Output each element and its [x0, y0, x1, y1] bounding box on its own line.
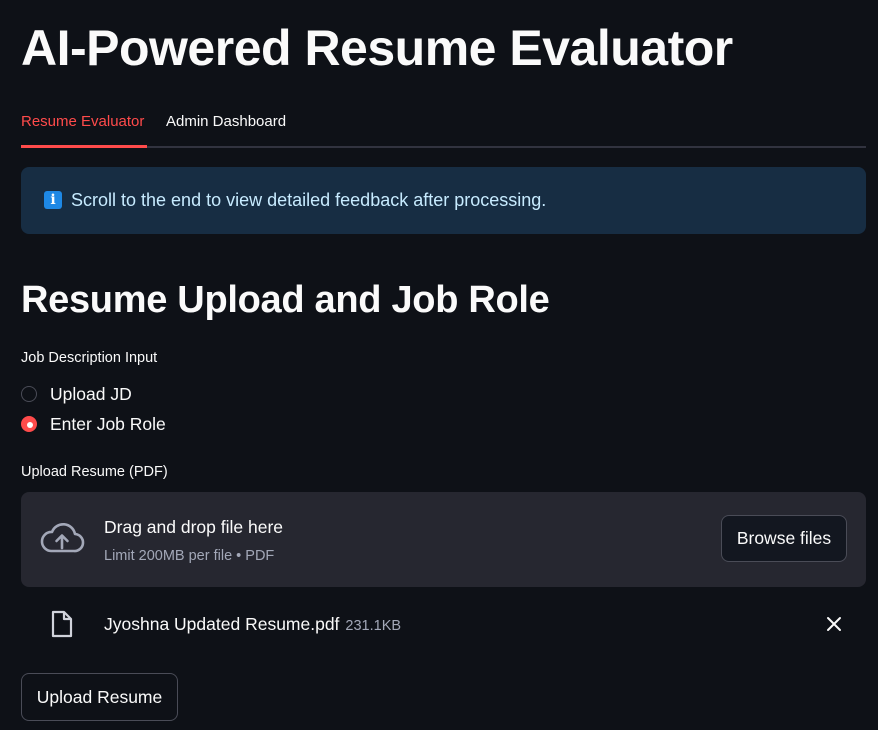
info-alert: i Scroll to the end to view detailed fee… — [21, 167, 866, 234]
radio-label: Upload JD — [50, 384, 132, 404]
jd-input-label: Job Description Input — [21, 350, 158, 366]
radio-upload-jd[interactable]: Upload JD — [21, 383, 132, 405]
app-page: AI-Powered Resume Evaluator Resume Evalu… — [0, 0, 878, 730]
active-tab-indicator — [21, 145, 147, 148]
dropzone-title: Drag and drop file here — [104, 517, 283, 537]
file-icon — [51, 610, 73, 638]
tab-admin-dashboard[interactable]: Admin Dashboard — [166, 112, 286, 132]
cloud-upload-icon — [40, 522, 85, 553]
info-icon: i — [44, 191, 62, 209]
file-name-text: Jyoshna Updated Resume.pdf — [104, 614, 340, 634]
upload-resume-button[interactable]: Upload Resume — [21, 673, 178, 721]
resume-upload-label: Upload Resume (PDF) — [21, 464, 168, 480]
close-icon[interactable] — [825, 615, 843, 633]
section-title: Resume Upload and Job Role — [21, 279, 550, 321]
file-name: Jyoshna Updated Resume.pdf 231.1KB — [104, 613, 401, 637]
file-dropzone[interactable]: Drag and drop file here Limit 200MB per … — [21, 492, 866, 587]
radio-label: Enter Job Role — [50, 414, 166, 434]
radio-enter-job-role[interactable]: Enter Job Role — [21, 413, 166, 435]
radio-unchecked-icon — [21, 386, 37, 402]
dropzone-subtitle: Limit 200MB per file • PDF — [104, 548, 275, 564]
radio-checked-icon — [21, 416, 37, 432]
info-alert-text: Scroll to the end to view detailed feedb… — [71, 190, 547, 210]
browse-files-button[interactable]: Browse files — [721, 515, 847, 562]
tab-resume-evaluator[interactable]: Resume Evaluator — [21, 112, 144, 132]
uploaded-file-row: Jyoshna Updated Resume.pdf 231.1KB — [21, 604, 866, 644]
tab-bar-divider — [21, 146, 866, 148]
file-size: 231.1KB — [345, 618, 402, 634]
tab-bar: Resume Evaluator Admin Dashboard — [21, 106, 866, 148]
app-title: AI-Powered Resume Evaluator — [21, 20, 733, 76]
